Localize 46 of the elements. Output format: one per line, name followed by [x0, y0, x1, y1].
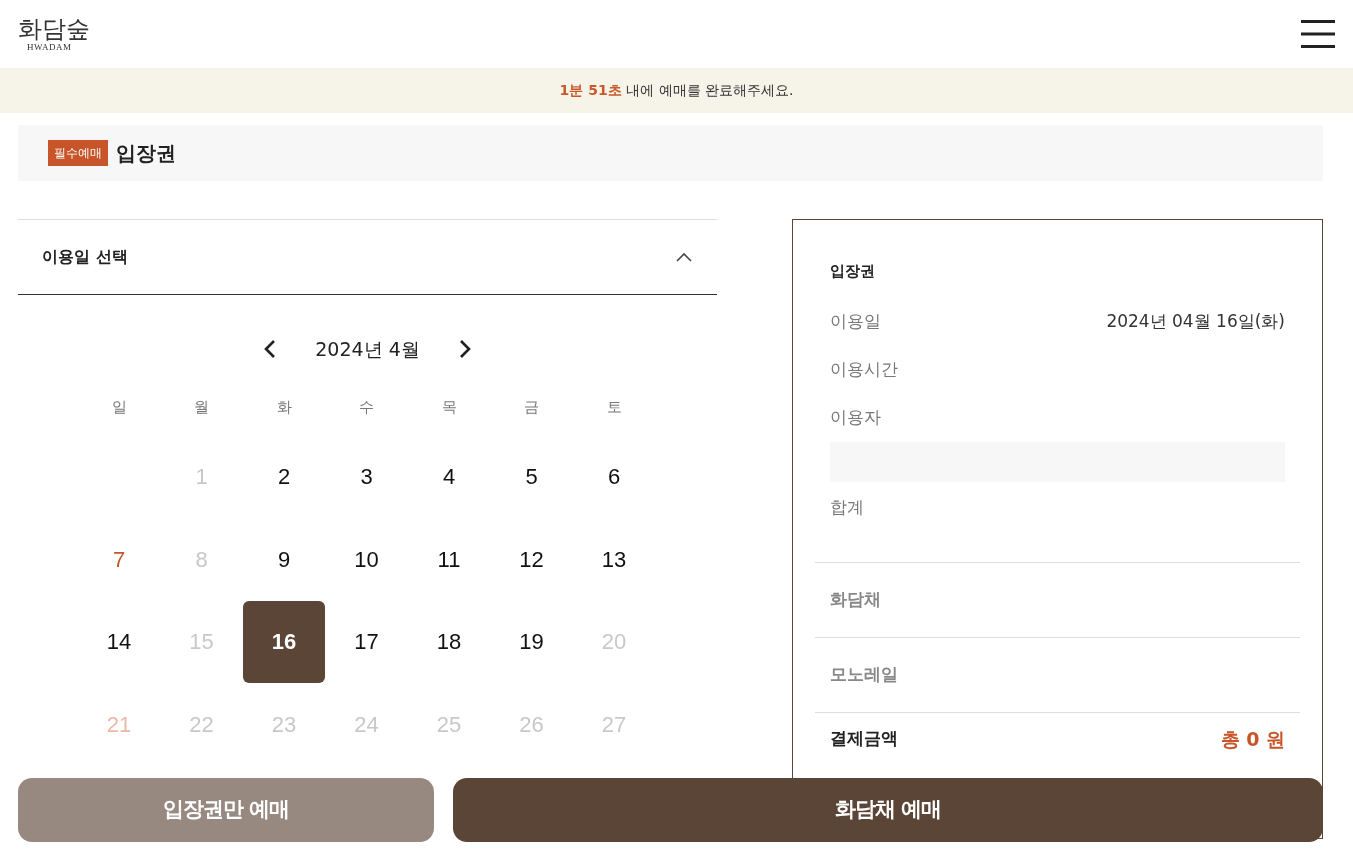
calendar-day[interactable]: 5	[490, 435, 573, 518]
calendar-day[interactable]: 14	[78, 600, 160, 683]
next-icon[interactable]	[457, 339, 472, 360]
booking-button[interactable]: 화담채 예매	[453, 778, 1323, 842]
calendar-day[interactable]: 18	[408, 600, 490, 683]
timer-message: 1분 51초 내에 예매를 완료해주세요.	[559, 81, 794, 100]
section-title: 입장권	[116, 140, 176, 167]
summary-label: 이용시간	[830, 357, 898, 381]
calendar-day[interactable]: 3	[325, 435, 408, 518]
calendar-day[interactable]: 2	[243, 435, 325, 518]
calendar-day[interactable]: 6	[573, 435, 655, 518]
calendar-day[interactable]: 9	[243, 518, 325, 601]
weekday-label: 수	[359, 396, 374, 418]
weekday-label: 목	[441, 396, 457, 418]
summary-label: 합계	[830, 495, 864, 519]
weekday-label: 일	[111, 396, 127, 418]
previous-icon[interactable]	[263, 339, 278, 360]
payment-label: 결제금액	[830, 727, 898, 750]
summary-label: 이용자	[830, 405, 881, 429]
calendar-day: 21	[78, 683, 160, 766]
summary-value: 2024년 04월 16일(화)	[1106, 309, 1285, 333]
weekday-label: 화	[276, 396, 292, 418]
menu-icon[interactable]	[1301, 20, 1335, 48]
calendar-day[interactable]: 16	[243, 600, 325, 683]
chevron-icon[interactable]	[675, 250, 693, 264]
summary-label: 이용일	[830, 309, 881, 333]
summary-title: 입장권	[829, 261, 876, 282]
calendar-day[interactable]: 10	[325, 518, 408, 601]
month-label: 2024년 4월	[315, 337, 420, 362]
calendar-day[interactable]: 11	[408, 518, 490, 601]
payment-total: 총 0 원	[1220, 726, 1285, 752]
option-label[interactable]: 화담채	[830, 586, 881, 613]
calendar-day[interactable]: 17	[325, 600, 408, 683]
calendar-day[interactable]: 7	[78, 518, 160, 601]
weekday-label: 금	[524, 396, 539, 418]
calendar-day[interactable]: 4	[408, 435, 490, 518]
accordion-header[interactable]: 이용일 선택	[18, 219, 717, 295]
logo-subtitle: HWADAM	[26, 41, 73, 55]
weekday-label: 토	[606, 396, 622, 418]
weekday-label: 월	[194, 396, 209, 418]
calendar-day[interactable]: 12	[490, 518, 573, 601]
logo-text[interactable]: 화담숲	[18, 17, 90, 42]
calendar-day[interactable]: 19	[490, 600, 573, 683]
option-label[interactable]: 모노레일	[830, 661, 898, 688]
required-badge: 필수예매	[48, 140, 108, 166]
calendar-day[interactable]: 13	[573, 518, 655, 601]
